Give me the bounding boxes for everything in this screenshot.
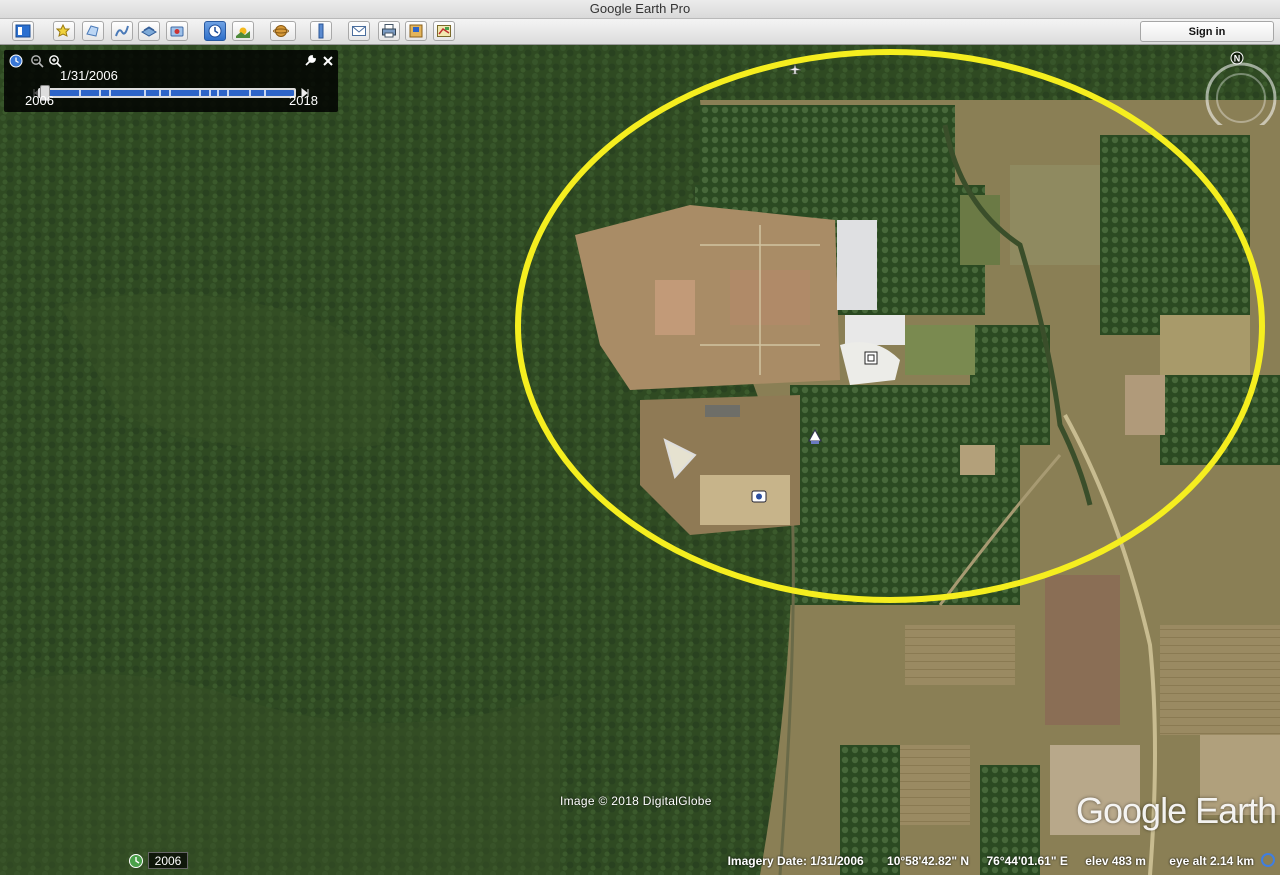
navigation-compass[interactable]: N <box>1204 51 1278 125</box>
ruler-icon <box>318 23 324 39</box>
time-slider-end-year: 2018 <box>289 93 318 108</box>
sign-in-button[interactable]: Sign in <box>1140 21 1274 42</box>
longitude-readout: 76°44'01.61" E <box>986 854 1068 868</box>
planets-icon <box>273 25 289 37</box>
status-info: Imagery Date: 1/31/2006 10°58'42.82" N 7… <box>714 854 1254 868</box>
time-slider-start-year: 2006 <box>25 93 54 108</box>
time-slider-date: 1/31/2006 <box>60 68 118 83</box>
time-slider-panel: 1/31/2006 2006 2018 <box>4 50 338 112</box>
placemark-square-icon[interactable] <box>864 351 878 365</box>
add-polygon-button[interactable] <box>82 21 104 41</box>
window-title-bar: Google Earth Pro <box>0 0 1280 19</box>
historical-imagery-icon <box>208 24 222 38</box>
highlight-circle <box>515 49 1265 603</box>
image-credit: Image © 2018 DigitalGlobe <box>560 794 712 808</box>
sidebar-icon <box>15 24 31 38</box>
history-year-button[interactable]: 2006 <box>148 852 188 869</box>
polygon-icon <box>86 25 99 37</box>
window-title: Google Earth Pro <box>589 1 691 16</box>
historical-imagery-status-icon[interactable] <box>128 853 144 869</box>
eye-altitude-readout: eye alt 2.14 km <box>1169 854 1254 868</box>
wrench-icon[interactable] <box>303 54 317 68</box>
email-icon <box>352 26 366 36</box>
elevation-readout: elev 483 m <box>1085 854 1146 868</box>
email-button[interactable] <box>348 21 370 41</box>
time-slider-track[interactable] <box>38 85 296 101</box>
save-image-button[interactable] <box>405 21 427 41</box>
add-path-button[interactable] <box>111 21 133 41</box>
compass-north-label: N <box>1234 54 1241 64</box>
add-placemark-button[interactable] <box>53 21 75 41</box>
main-toolbar: Sign in <box>0 19 1280 45</box>
status-bar: 2006 Imagery Date: 1/31/2006 10°58'42.82… <box>0 848 1280 875</box>
historical-imagery-button[interactable] <box>204 21 226 41</box>
placemark-icon <box>56 23 71 37</box>
imagery-date: Imagery Date: 1/31/2006 <box>727 854 864 868</box>
save-image-icon <box>409 24 423 38</box>
placemark-plane-icon[interactable] <box>788 63 802 75</box>
sidebar-toggle-button[interactable] <box>12 21 34 41</box>
close-icon[interactable] <box>321 54 335 68</box>
placemark-camera-icon[interactable] <box>751 489 767 503</box>
placemark-temple-icon[interactable] <box>807 429 823 445</box>
overlay-icon <box>141 26 157 37</box>
zoom-out-time-icon[interactable] <box>30 54 44 68</box>
clock-icon[interactable] <box>9 54 23 68</box>
sunlight-button[interactable] <box>232 21 254 41</box>
path-icon <box>115 25 129 37</box>
zoom-in-time-icon[interactable] <box>48 54 62 68</box>
ruler-button[interactable] <box>310 21 332 41</box>
record-tour-icon <box>170 26 184 37</box>
print-button[interactable] <box>378 21 400 41</box>
google-earth-logo: Google Earth <box>1076 790 1277 831</box>
streaming-progress-icon <box>1261 853 1275 867</box>
add-overlay-button[interactable] <box>138 21 160 41</box>
record-tour-button[interactable] <box>166 21 188 41</box>
time-slider-ticks <box>79 90 266 96</box>
latitude-readout: 10°58'42.82" N <box>887 854 970 868</box>
view-in-maps-button[interactable] <box>433 21 455 41</box>
view-in-maps-icon <box>437 25 451 37</box>
sunlight-icon <box>236 27 250 38</box>
switch-planet-button[interactable] <box>270 21 296 41</box>
print-icon <box>382 24 396 38</box>
map-view[interactable]: 1/31/2006 2006 2018 N Image © 2018 Digit… <box>0 45 1280 875</box>
